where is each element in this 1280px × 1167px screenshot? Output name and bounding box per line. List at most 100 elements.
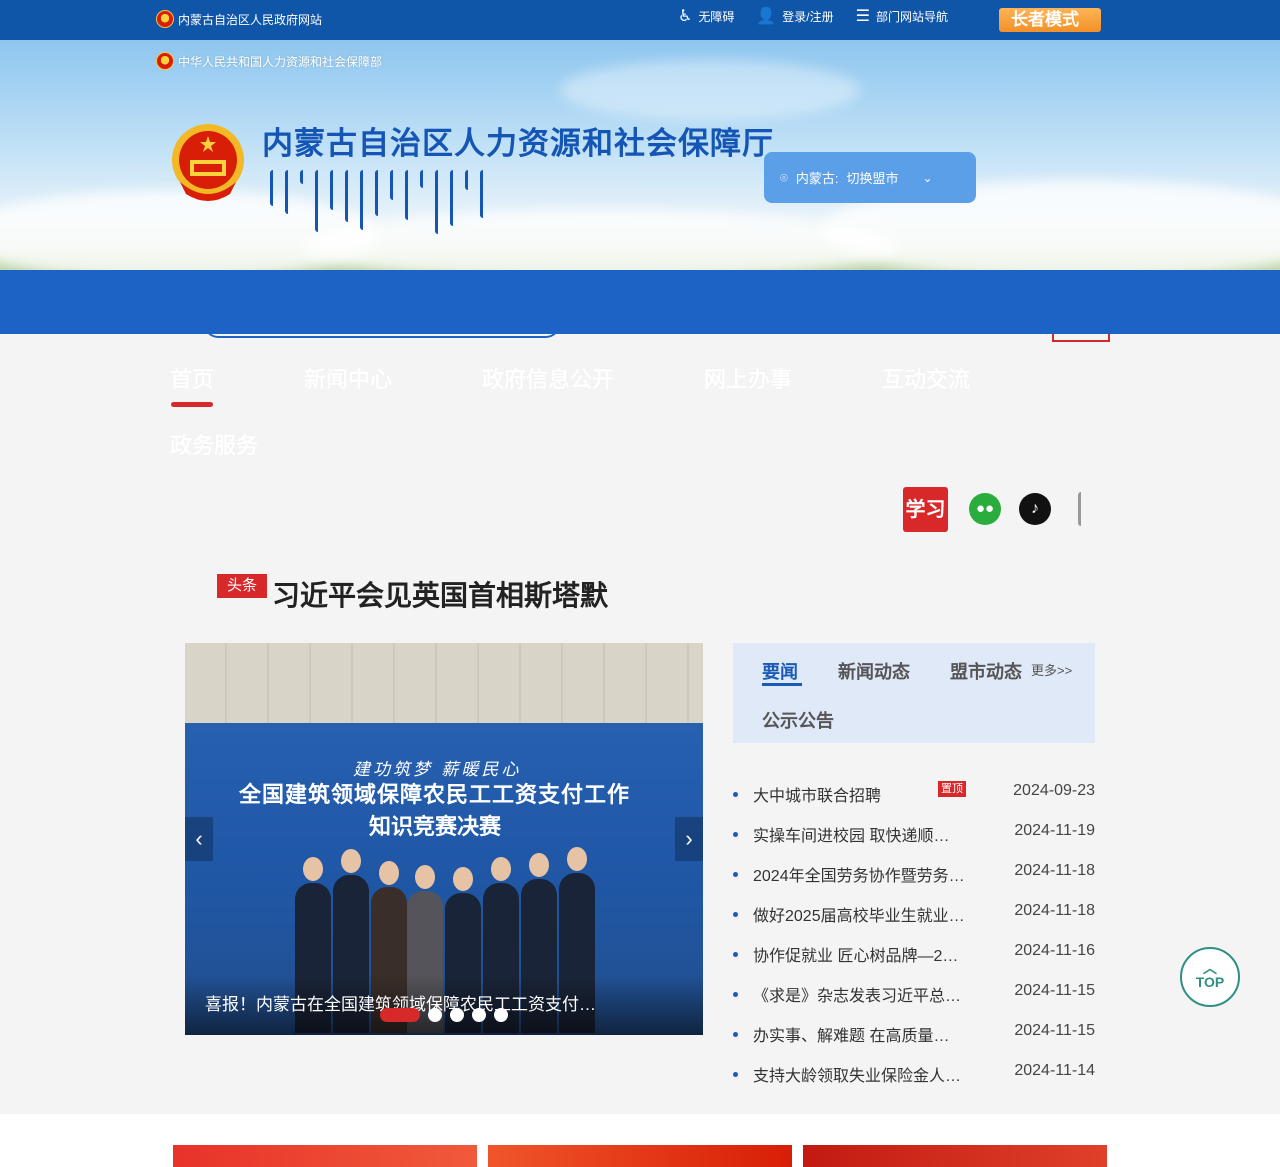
city-prefix: 内蒙古: bbox=[795, 171, 839, 186]
more-link[interactable]: 更多>> bbox=[1031, 660, 1072, 679]
headline-tag: 头条 bbox=[217, 574, 267, 598]
carousel-dot[interactable] bbox=[428, 1008, 442, 1022]
news-title[interactable]: 大中城市联合招聘 bbox=[753, 782, 965, 806]
pinned-badge: 置顶 bbox=[938, 781, 966, 797]
news-title[interactable]: 2024年全国劳务协作暨劳务品牌发展大会 bbox=[753, 862, 965, 886]
tab-key-news[interactable]: 要闻 bbox=[762, 658, 798, 684]
bullet-icon bbox=[733, 1072, 738, 1077]
news-date: 2024-11-19 bbox=[1014, 822, 1095, 839]
gov-site-label: 内蒙古自治区人民政府网站 bbox=[178, 12, 323, 27]
list-item[interactable]: 办实事、解难题 在高质量发展中保障民生 2024-11-15 bbox=[733, 1022, 1095, 1062]
list-item[interactable]: 做好2025届高校毕业生就业创业工作 2024-11-18 bbox=[733, 902, 1095, 942]
accessibility-button[interactable]: ♿ 无障碍 bbox=[678, 8, 734, 25]
user-icon: 👤 bbox=[756, 7, 777, 25]
list-item[interactable]: 2024年全国劳务协作暨劳务品牌发展大会 2024-11-18 bbox=[733, 862, 1095, 902]
dept-nav-label: 部门网站导航 bbox=[875, 10, 948, 24]
elder-mode-button[interactable]: 长者模式 bbox=[999, 8, 1101, 32]
news-date: 2024-11-14 bbox=[1014, 1062, 1095, 1079]
headline-title[interactable]: 习近平会见英国首相斯塔默 bbox=[272, 574, 608, 614]
list-item[interactable]: 支持大龄领取失业保险金人员参加职工基本养老保险 2024-11-14 bbox=[733, 1062, 1095, 1102]
news-tabs: 要闻 新闻动态 盟市动态 更多>> 公示公告 bbox=[733, 643, 1095, 743]
tab-active-indicator bbox=[762, 683, 802, 686]
news-carousel[interactable]: 建功筑梦 薪暖民心 全国建筑领域保障农民工工资支付工作 知识竞赛决赛 喜报！内蒙… bbox=[185, 643, 703, 1035]
list-item[interactable]: 实操车间进校园 取快递顺便学技能 2024-11-19 bbox=[733, 822, 1095, 862]
national-emblem-icon bbox=[156, 10, 174, 28]
nav-interaction[interactable]: 互动交流 bbox=[882, 362, 970, 394]
news-date: 2024-11-15 bbox=[1014, 1022, 1095, 1039]
wechat-icon[interactable]: ●● bbox=[969, 493, 1001, 525]
bureau-title: 内蒙古自治区人力资源和社会保障厅 bbox=[262, 126, 774, 161]
feature-card[interactable] bbox=[488, 1145, 792, 1167]
gov-site-link[interactable]: 内蒙古自治区人民政府网站 bbox=[156, 10, 322, 28]
bullet-icon bbox=[733, 992, 738, 997]
menu-icon: ☰ bbox=[855, 7, 870, 25]
news-title[interactable]: 实操车间进校园 取快递顺便学技能 bbox=[753, 822, 965, 846]
bullet-icon bbox=[733, 912, 738, 917]
carousel-stage-text: 全国建筑领域保障农民工工资支付工作 bbox=[239, 782, 631, 807]
tab-city-updates[interactable]: 盟市动态 bbox=[950, 658, 1022, 684]
nav-gov-services[interactable]: 政务服务 bbox=[170, 428, 258, 460]
location-icon: ⌾ bbox=[780, 169, 788, 185]
nav-online-services[interactable]: 网上办事 bbox=[704, 362, 792, 394]
feature-card[interactable] bbox=[803, 1145, 1107, 1167]
news-title[interactable]: 支持大龄领取失业保险金人员参加职工基本养老保险 bbox=[753, 1062, 965, 1086]
nav-active-indicator bbox=[171, 402, 213, 407]
news-date: 2024-09-23 bbox=[1013, 782, 1095, 799]
tab-announcements[interactable]: 公示公告 bbox=[762, 707, 834, 733]
news-date: 2024-11-16 bbox=[1014, 942, 1095, 959]
ministry-link[interactable]: 中华人民共和国人力资源和社会保障部 bbox=[156, 52, 382, 70]
bullet-icon bbox=[733, 832, 738, 837]
carousel-dot[interactable] bbox=[450, 1008, 464, 1022]
nav-news-center[interactable]: 新闻中心 bbox=[304, 362, 392, 394]
mongolian-version-icon[interactable] bbox=[1078, 492, 1090, 526]
news-title[interactable]: 做好2025届高校毕业生就业创业工作 bbox=[753, 902, 965, 926]
city-switch-dropdown[interactable]: ⌾ 内蒙古: 切换盟市 ⌄ bbox=[764, 152, 976, 203]
dept-nav-button[interactable]: ☰ 部门网站导航 bbox=[856, 8, 948, 25]
accessibility-label: 无障碍 bbox=[698, 10, 735, 24]
chevron-up-icon: ︿ bbox=[1203, 960, 1217, 976]
wheelchair-icon: ♿ bbox=[678, 7, 693, 25]
back-to-top-button[interactable]: ︿ TOP bbox=[1180, 947, 1240, 1007]
news-title[interactable]: 《求是》杂志发表习近平总书记重要文章 bbox=[753, 982, 965, 1006]
news-title[interactable]: 办实事、解难题 在高质量发展中保障民生 bbox=[753, 1022, 965, 1046]
carousel-prev-button[interactable]: ‹ bbox=[185, 817, 213, 861]
top-tools: ♿ 无障碍 👤 登录/注册 ☰ 部门网站导航 bbox=[678, 8, 970, 25]
list-item[interactable]: 《求是》杂志发表习近平总书记重要文章 2024-11-15 bbox=[733, 982, 1095, 1022]
nav-home[interactable]: 首页 bbox=[170, 362, 214, 394]
douyin-icon[interactable]: ♪ bbox=[1019, 493, 1051, 525]
chevron-down-icon: ⌄ bbox=[922, 170, 933, 185]
news-title[interactable]: 协作促就业 匠心树品牌—2024年劳务品牌 bbox=[753, 942, 965, 966]
tab-news-updates[interactable]: 新闻动态 bbox=[838, 658, 910, 684]
bullet-icon bbox=[733, 792, 738, 797]
carousel-dot[interactable] bbox=[472, 1008, 486, 1022]
xuexi-icon[interactable]: 学习 bbox=[903, 487, 948, 532]
city-switch-label: 切换盟市 bbox=[846, 171, 899, 186]
mongolian-script-title bbox=[270, 170, 486, 234]
national-emblem-icon bbox=[172, 124, 244, 201]
list-item[interactable]: 大中城市联合招聘 置顶 2024-09-23 bbox=[733, 781, 1095, 822]
login-label: 登录/注册 bbox=[782, 10, 834, 24]
nav-gov-info[interactable]: 政府信息公开 bbox=[482, 362, 614, 394]
carousel-next-button[interactable]: › bbox=[675, 817, 703, 861]
carousel-dot[interactable] bbox=[494, 1008, 508, 1022]
login-button[interactable]: 👤 登录/注册 bbox=[756, 8, 833, 25]
news-date: 2024-11-18 bbox=[1014, 902, 1095, 919]
list-item[interactable]: 协作促就业 匠心树品牌—2024年劳务品牌 2024-11-16 bbox=[733, 942, 1095, 982]
bullet-icon bbox=[733, 1032, 738, 1037]
carousel-dot[interactable] bbox=[380, 1008, 420, 1022]
news-date: 2024-11-18 bbox=[1014, 862, 1095, 879]
ministry-label: 中华人民共和国人力资源和社会保障部 bbox=[178, 54, 383, 69]
top-bar: 内蒙古自治区人民政府网站 ♿ 无障碍 👤 登录/注册 ☰ 部门网站导航 长者模式 bbox=[0, 0, 1280, 40]
banner-strip bbox=[0, 270, 1280, 334]
header-banner: 中华人民共和国人力资源和社会保障部 内蒙古自治区人力资源和社会保障厅 ⌾ 内蒙古… bbox=[0, 40, 1280, 270]
carousel-dots bbox=[380, 1008, 508, 1022]
search-box-edge[interactable] bbox=[204, 324, 560, 338]
seal-edge bbox=[1052, 334, 1110, 342]
top-label: TOP bbox=[1195, 974, 1225, 990]
carousel-image-ceiling bbox=[185, 643, 703, 723]
bullet-icon bbox=[733, 872, 738, 877]
news-date: 2024-11-15 bbox=[1014, 982, 1095, 999]
feature-card[interactable] bbox=[173, 1145, 477, 1167]
national-emblem-icon bbox=[156, 52, 174, 70]
bullet-icon bbox=[733, 952, 738, 957]
